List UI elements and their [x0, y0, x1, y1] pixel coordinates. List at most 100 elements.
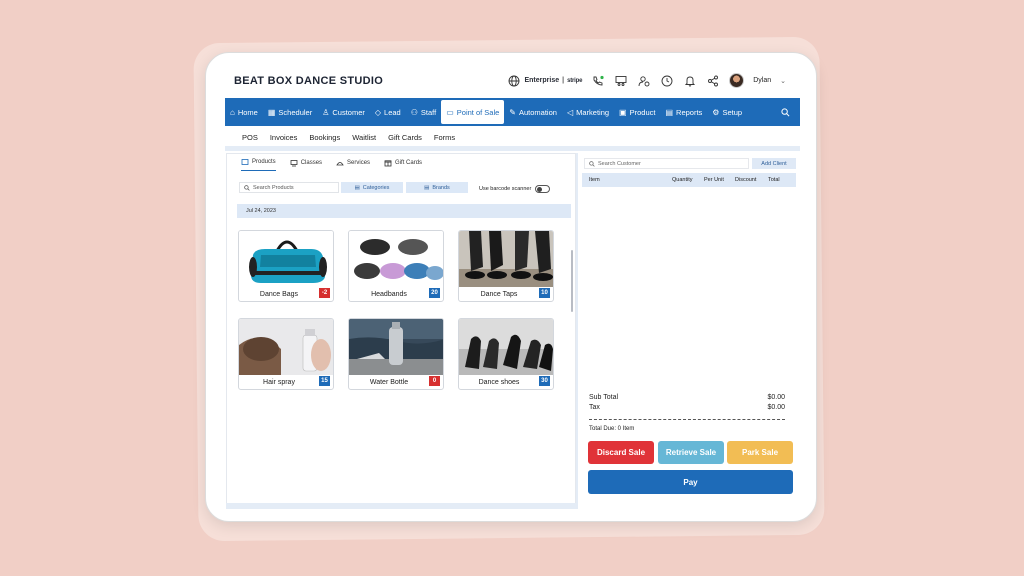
diamond-icon: ◇	[374, 107, 382, 117]
nav-item-setup[interactable]: ⚙ Setup	[707, 98, 747, 126]
stock-badge: 30	[539, 376, 550, 386]
share-icon[interactable]	[706, 74, 720, 88]
nav-item-product[interactable]: ▣ Product	[614, 98, 660, 126]
nav-item-reports[interactable]: ▤ Reports	[660, 98, 707, 126]
sub-total-value: $0.00	[767, 394, 785, 401]
customer-search-input[interactable]: Search Customer	[584, 158, 749, 169]
nav-item-automation[interactable]: ✎ Automation	[504, 98, 562, 126]
nav-label: Point of Sale	[456, 107, 500, 117]
barcode-scanner-toggle-row: Use barcode scanner	[479, 185, 551, 193]
avatar[interactable]	[729, 73, 745, 88]
discard-sale-button[interactable]: Discard Sale	[588, 441, 654, 464]
nav-item-marketing[interactable]: ◁ Marketing	[562, 98, 614, 126]
calendar-icon: ▦	[267, 107, 276, 117]
studio-name: BEAT BOX DANCE STUDIO	[234, 75, 384, 87]
subnav-forms[interactable]: Forms	[434, 133, 455, 142]
search-icon	[244, 184, 250, 191]
tab-classes[interactable]: Classes	[290, 158, 322, 171]
nav-item-point-of-sale[interactable]: ▭ Point of Sale	[441, 100, 505, 124]
nav-item-scheduler[interactable]: ▦ Scheduler	[263, 98, 317, 126]
nav-label: Home	[237, 107, 258, 117]
tax-value: $0.00	[767, 404, 785, 411]
user-clock-icon[interactable]	[637, 74, 651, 88]
plan-separator: |	[562, 77, 565, 84]
classes-icon	[290, 159, 298, 166]
nav-item-staff[interactable]: ⚇ Staff	[406, 98, 441, 126]
nav-label: Setup	[722, 107, 743, 117]
nav-item-home[interactable]: ⌂ Home	[225, 98, 263, 126]
park-sale-button[interactable]: Park Sale	[727, 441, 793, 464]
product-card[interactable]: Headbands 20	[348, 230, 444, 302]
barcode-toggle[interactable]	[535, 185, 551, 193]
list-icon: ▤	[354, 184, 360, 191]
barcode-label: Use barcode scanner	[479, 186, 532, 192]
product-card[interactable]: Hair spray 15	[238, 318, 334, 390]
product-name: Dance shoes	[478, 379, 520, 386]
brands-button[interactable]: ▤ Brands	[406, 182, 468, 193]
search-icon	[589, 160, 595, 167]
divider	[589, 419, 785, 420]
presentation-icon[interactable]	[614, 74, 628, 88]
sub-total-row: Sub Total $0.00	[589, 394, 785, 401]
monitor-icon: ▭	[446, 107, 454, 117]
tab-label: Classes	[300, 159, 323, 166]
nav-item-customer[interactable]: ♙ Customer	[317, 98, 370, 126]
product-card[interactable]: Dance Bags -2	[238, 230, 334, 302]
tab-label: Gift Cards	[395, 159, 423, 166]
tab-products[interactable]: Products	[241, 158, 276, 171]
panel-footer-strip	[226, 503, 576, 509]
subnav-pos[interactable]: POS	[242, 133, 258, 142]
col-discount: Discount	[735, 177, 757, 183]
add-client-button[interactable]: Add Client	[752, 158, 796, 169]
subnav-gift-cards[interactable]: Gift Cards	[388, 133, 422, 142]
product-search-input[interactable]: Search Products	[239, 182, 339, 193]
chevron-down-icon[interactable]: ⌄	[780, 77, 786, 85]
search-icon[interactable]	[776, 98, 800, 126]
product-image-headbands	[349, 231, 443, 287]
nav-item-lead[interactable]: ◇ Lead	[370, 98, 406, 126]
product-card[interactable]: Dance shoes 30	[458, 318, 554, 390]
categories-label: Categories	[362, 184, 390, 191]
megaphone-icon: ◁	[566, 107, 574, 117]
plan-label: Enterprise	[524, 77, 560, 84]
stripe-logo: stripe	[567, 77, 583, 84]
report-icon: ▤	[665, 107, 674, 117]
categories-button[interactable]: ▤ Categories	[341, 182, 403, 193]
product-search-placeholder: Search Products	[253, 184, 294, 191]
nav-label: Staff	[420, 107, 437, 117]
tax-label: Tax	[589, 404, 600, 411]
nav-label: Lead	[384, 107, 401, 117]
product-image-dance-taps	[459, 231, 553, 287]
phone-icon[interactable]	[591, 74, 605, 88]
services-icon	[336, 161, 344, 165]
nav-label: Marketing	[576, 107, 610, 117]
retrieve-sale-button[interactable]: Retrieve Sale	[658, 441, 724, 464]
nav-label: Reports	[676, 107, 703, 117]
plan-indicator[interactable]: Enterprise | stripe	[507, 74, 582, 88]
date-bar: Jul 24, 2023	[237, 204, 571, 218]
stock-badge: 15	[319, 376, 330, 386]
subnav-waitlist[interactable]: Waitlist	[352, 133, 376, 142]
subnav-bookings[interactable]: Bookings	[309, 133, 340, 142]
brands-label: Brands	[432, 184, 450, 191]
tab-label: Products	[252, 159, 276, 165]
nav-label: Customer	[332, 107, 365, 117]
clock-icon[interactable]	[660, 74, 674, 88]
bell-icon[interactable]	[683, 74, 697, 88]
tab-gift-cards[interactable]: Gift Cards	[384, 158, 422, 171]
product-card[interactable]: Dance Taps 10	[458, 230, 554, 302]
cart-panel: Search Customer Add Client Item Quantity…	[576, 153, 800, 509]
list-icon: ▤	[424, 184, 430, 191]
date-label: Jul 24, 2023	[246, 208, 276, 214]
subnav-invoices[interactable]: Invoices	[270, 133, 298, 142]
product-card[interactable]: Water Bottle 0	[348, 318, 444, 390]
wand-icon: ✎	[509, 107, 516, 117]
scrollbar[interactable]	[571, 250, 573, 312]
nav-label: Product	[629, 107, 656, 117]
user-name[interactable]: Dylan	[753, 77, 771, 84]
product-name: Water Bottle	[369, 379, 409, 386]
tax-row: Tax $0.00	[589, 404, 785, 411]
col-item: Item	[589, 177, 600, 183]
pay-button[interactable]: Pay	[588, 470, 793, 494]
tab-services[interactable]: Services	[336, 158, 370, 171]
